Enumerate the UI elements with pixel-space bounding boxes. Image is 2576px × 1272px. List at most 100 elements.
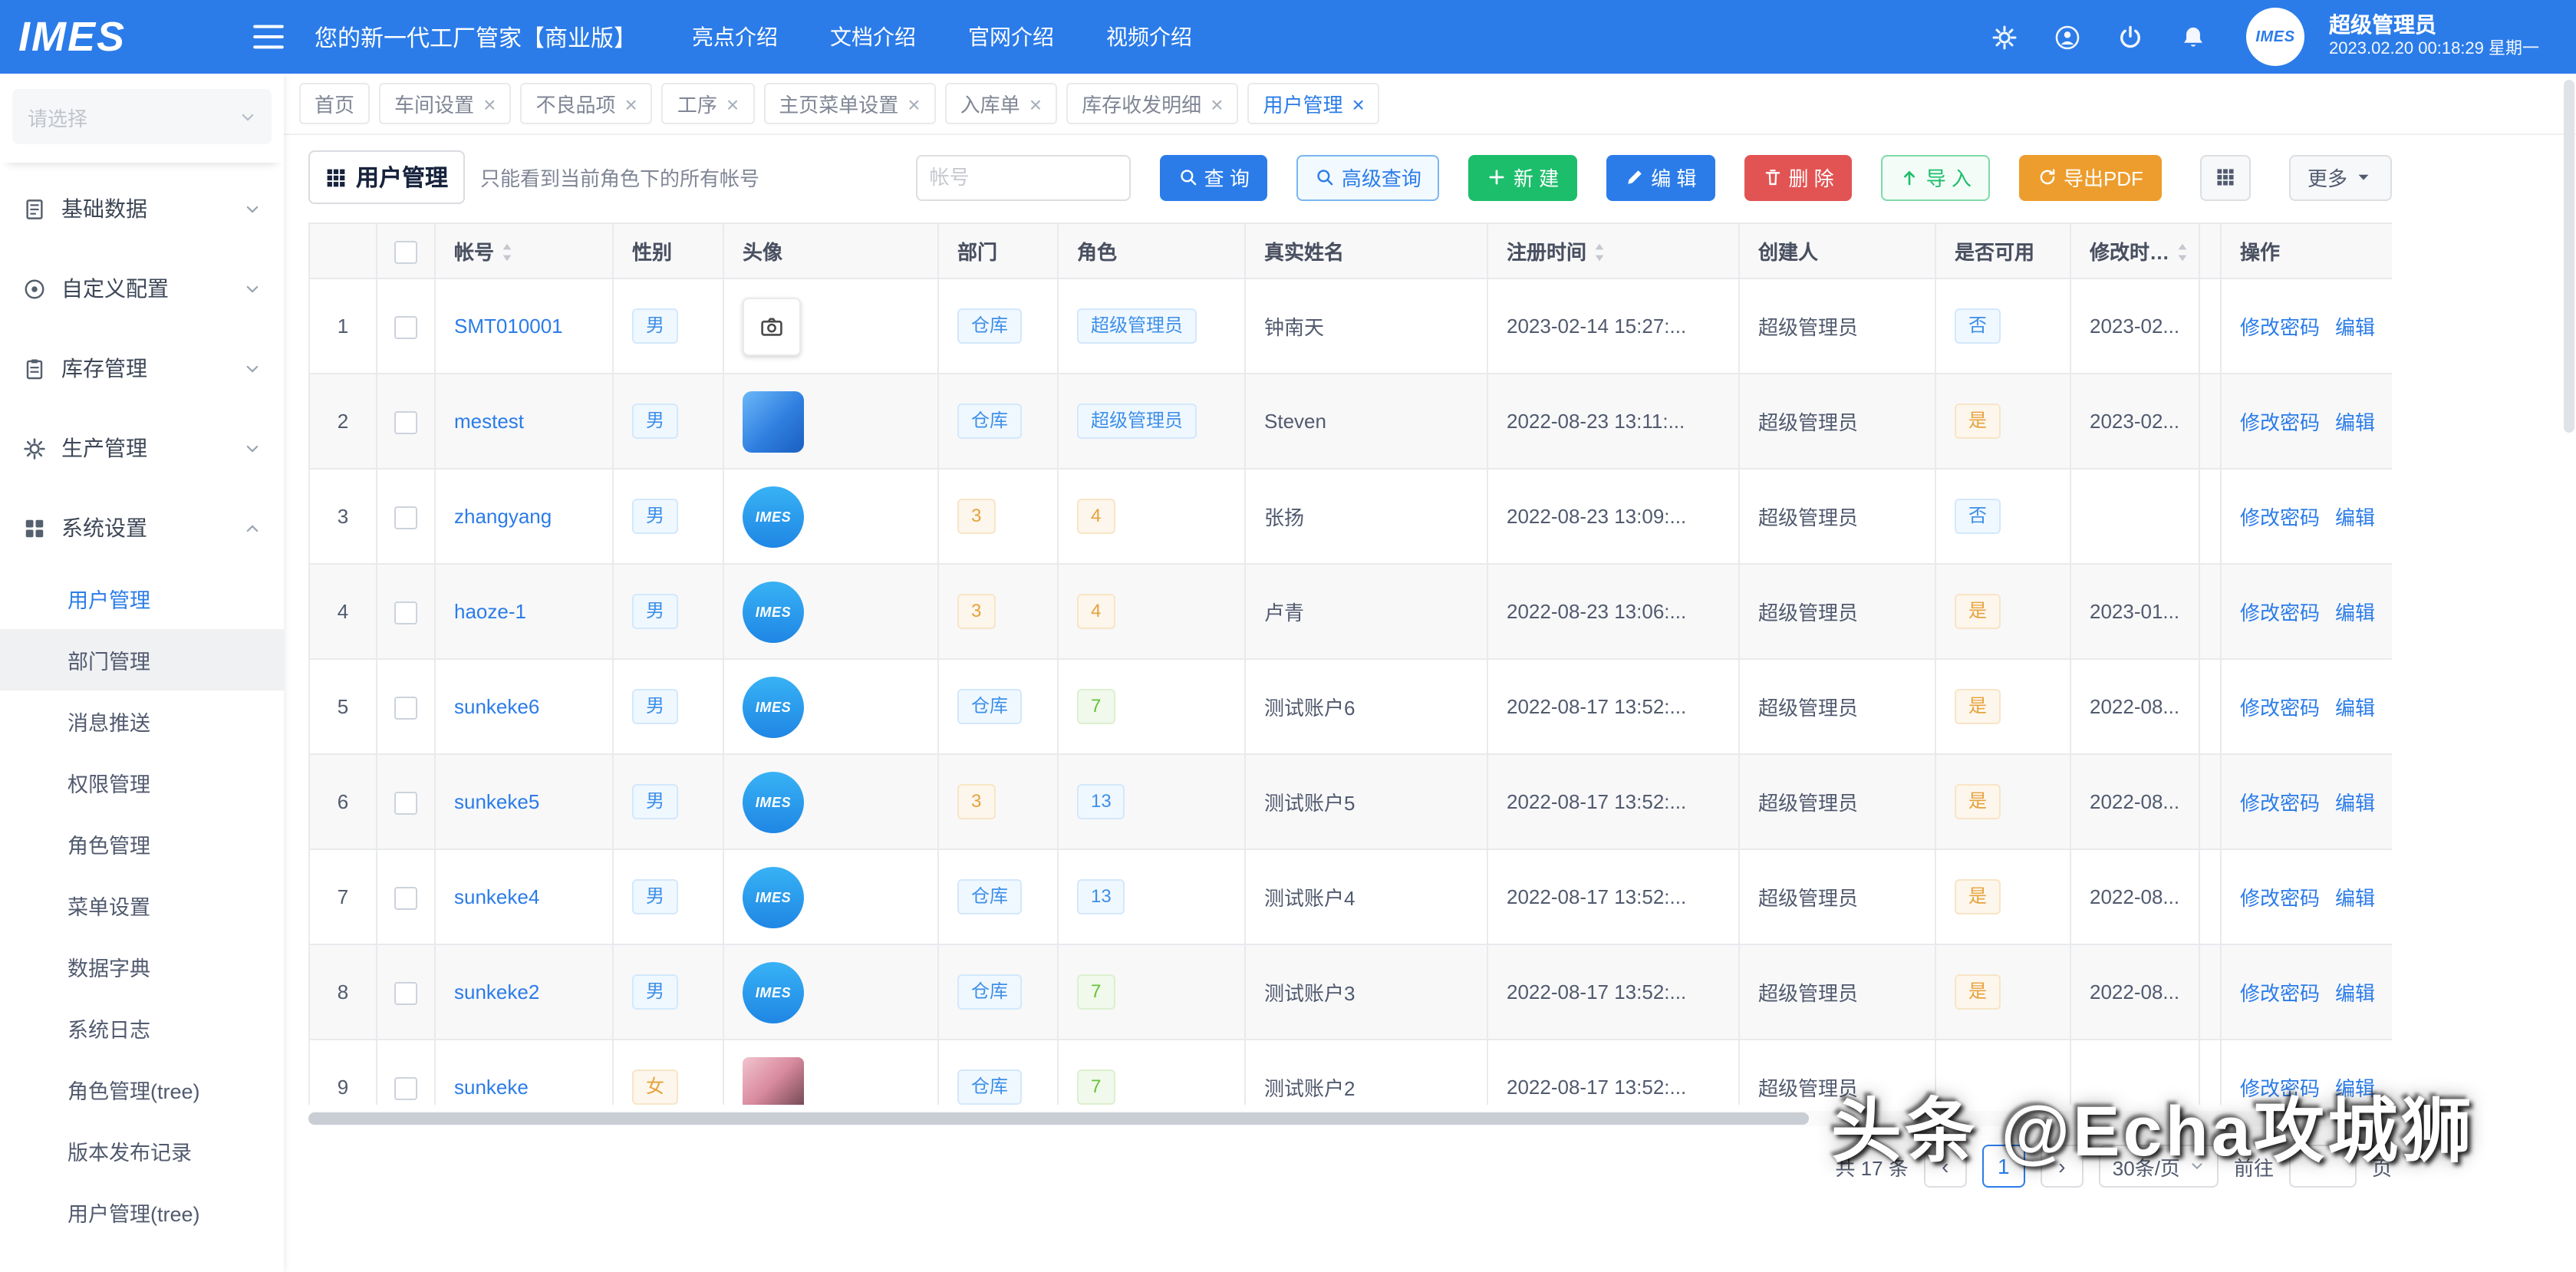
close-icon[interactable]: × bbox=[1029, 93, 1042, 114]
notifications-icon[interactable] bbox=[2180, 24, 2206, 50]
row-checkbox[interactable] bbox=[394, 410, 417, 433]
operation-link[interactable]: 编辑 bbox=[2335, 411, 2375, 434]
create-button[interactable]: 新 建 bbox=[1469, 154, 1577, 200]
sidebar-subitem[interactable]: 消息推送 bbox=[0, 690, 284, 752]
delete-button[interactable]: 删 除 bbox=[1744, 154, 1852, 200]
sidebar-subitem[interactable]: 用户管理(tree) bbox=[0, 1181, 284, 1243]
operation-link[interactable]: 编辑 bbox=[2335, 792, 2375, 815]
account-link[interactable]: sunkeke4 bbox=[454, 885, 539, 908]
tab[interactable]: 不良品项× bbox=[520, 83, 652, 124]
tab[interactable]: 车间设置× bbox=[379, 83, 511, 124]
close-icon[interactable]: × bbox=[624, 93, 637, 114]
sidebar-subitem[interactable]: 数据字典 bbox=[0, 936, 284, 997]
operation-link[interactable]: 编辑 bbox=[2335, 887, 2375, 910]
operation-link[interactable]: 修改密码 bbox=[2240, 316, 2320, 339]
sidebar-subitem[interactable]: 角色管理 bbox=[0, 813, 284, 875]
menu-select[interactable]: 请选择 bbox=[12, 89, 272, 144]
account-link[interactable]: sunkeke2 bbox=[454, 980, 539, 1003]
close-icon[interactable]: × bbox=[908, 93, 920, 114]
row-checkbox[interactable] bbox=[394, 981, 417, 1004]
nav-link[interactable]: 官网介绍 bbox=[968, 21, 1054, 52]
close-icon[interactable]: × bbox=[1211, 93, 1223, 114]
account-link[interactable]: mestest bbox=[454, 410, 524, 433]
settings-icon[interactable] bbox=[1991, 24, 2018, 50]
sort-icon[interactable] bbox=[1593, 241, 1606, 264]
sidebar-subitem[interactable]: 版本发布记录 bbox=[0, 1120, 284, 1181]
sidebar-item[interactable]: 自定义配置 bbox=[0, 249, 284, 328]
operation-link[interactable]: 修改密码 bbox=[2240, 792, 2320, 815]
select-all-checkbox[interactable] bbox=[394, 240, 417, 263]
vertical-scrollbar[interactable] bbox=[2564, 80, 2574, 1246]
sidebar-subitem[interactable]: 菜单设置 bbox=[0, 875, 284, 936]
operation-link[interactable]: 编辑 bbox=[2335, 506, 2375, 529]
logout-icon[interactable] bbox=[2117, 24, 2143, 50]
row-checkbox[interactable] bbox=[394, 886, 417, 909]
scrollbar-thumb[interactable] bbox=[308, 1112, 1809, 1125]
nav-link[interactable]: 文档介绍 bbox=[830, 21, 916, 52]
account-link[interactable]: zhangyang bbox=[454, 505, 552, 528]
column-header-mod[interactable]: 修改时… bbox=[2070, 223, 2199, 278]
sidebar-subitem[interactable]: 角色管理(tree) bbox=[0, 1059, 284, 1120]
query-button[interactable]: 查 询 bbox=[1160, 154, 1268, 200]
account-link[interactable]: sunkeke6 bbox=[454, 695, 539, 718]
sidebar-subitem[interactable]: 用户管理 bbox=[0, 568, 284, 629]
row-checkbox[interactable] bbox=[394, 315, 417, 338]
tab[interactable]: 主页菜单设置× bbox=[763, 83, 935, 124]
operation-link[interactable]: 修改密码 bbox=[2240, 601, 2320, 624]
cell-reg: 2022-08-23 13:09:... bbox=[1487, 469, 1739, 564]
tag: 男 bbox=[632, 974, 678, 1010]
operation-link[interactable]: 编辑 bbox=[2335, 982, 2375, 1005]
advanced-query-button[interactable]: 高级查询 bbox=[1297, 154, 1440, 200]
close-icon[interactable]: × bbox=[1352, 93, 1365, 114]
account-link[interactable]: SMT010001 bbox=[454, 315, 563, 338]
row-checkbox[interactable] bbox=[394, 506, 417, 529]
export-pdf-button[interactable]: 导出PDF bbox=[2019, 154, 2162, 200]
column-header-reg[interactable]: 注册时间 bbox=[1487, 223, 1739, 278]
sidebar-item[interactable]: 库存管理 bbox=[0, 328, 284, 408]
close-icon[interactable]: × bbox=[483, 93, 496, 114]
account-search-input[interactable] bbox=[916, 154, 1131, 200]
sidebar-item[interactable]: 生产管理 bbox=[0, 408, 284, 488]
import-button[interactable]: 导 入 bbox=[1882, 154, 1990, 200]
account-link[interactable]: haoze-1 bbox=[454, 600, 526, 623]
more-button[interactable]: 更多 bbox=[2289, 154, 2392, 200]
operation-link[interactable]: 编辑 bbox=[2335, 697, 2375, 720]
sidebar-item[interactable]: 基础数据 bbox=[0, 169, 284, 249]
operation-link[interactable]: 修改密码 bbox=[2240, 887, 2320, 910]
columns-button[interactable] bbox=[2200, 154, 2251, 200]
row-checkbox[interactable] bbox=[394, 1076, 417, 1099]
sidebar-subitem[interactable]: 部门管理 bbox=[0, 629, 284, 690]
account-link[interactable]: sunkeke bbox=[454, 1076, 529, 1099]
row-checkbox[interactable] bbox=[394, 791, 417, 814]
row-checkbox[interactable] bbox=[394, 696, 417, 719]
tab[interactable]: 用户管理× bbox=[1247, 83, 1379, 124]
user-name: 超级管理员 bbox=[2329, 13, 2539, 40]
menu-collapse-icon[interactable] bbox=[253, 25, 284, 49]
sort-icon[interactable] bbox=[500, 241, 514, 264]
operation-link[interactable]: 修改密码 bbox=[2240, 982, 2320, 1005]
user-avatar[interactable]: IMES bbox=[2246, 8, 2304, 66]
column-header-name: 真实姓名 bbox=[1245, 223, 1487, 278]
sidebar-item[interactable]: 系统设置 bbox=[0, 488, 284, 568]
column-header-account[interactable]: 帐号 bbox=[435, 223, 613, 278]
operation-link[interactable]: 修改密码 bbox=[2240, 506, 2320, 529]
nav-link[interactable]: 视频介绍 bbox=[1106, 21, 1192, 52]
tab[interactable]: 首页 bbox=[299, 83, 370, 124]
operation-link[interactable]: 编辑 bbox=[2335, 601, 2375, 624]
edit-button[interactable]: 编 辑 bbox=[1606, 154, 1715, 200]
sidebar-subitem[interactable]: 系统日志 bbox=[0, 997, 284, 1059]
scrollbar-thumb[interactable] bbox=[2564, 80, 2574, 433]
tab[interactable]: 入库单× bbox=[945, 83, 1057, 124]
sort-icon[interactable] bbox=[2176, 241, 2189, 264]
sidebar-subitem[interactable]: 权限管理 bbox=[0, 752, 284, 813]
profile-icon[interactable] bbox=[2054, 24, 2080, 50]
row-checkbox[interactable] bbox=[394, 601, 417, 624]
operation-link[interactable]: 编辑 bbox=[2335, 316, 2375, 339]
tab[interactable]: 库存收发明细× bbox=[1066, 83, 1238, 124]
nav-link[interactable]: 亮点介绍 bbox=[692, 21, 778, 52]
close-icon[interactable]: × bbox=[726, 93, 739, 114]
account-link[interactable]: sunkeke5 bbox=[454, 790, 539, 813]
operation-link[interactable]: 修改密码 bbox=[2240, 697, 2320, 720]
operation-link[interactable]: 修改密码 bbox=[2240, 411, 2320, 434]
tab[interactable]: 工序× bbox=[662, 83, 754, 124]
